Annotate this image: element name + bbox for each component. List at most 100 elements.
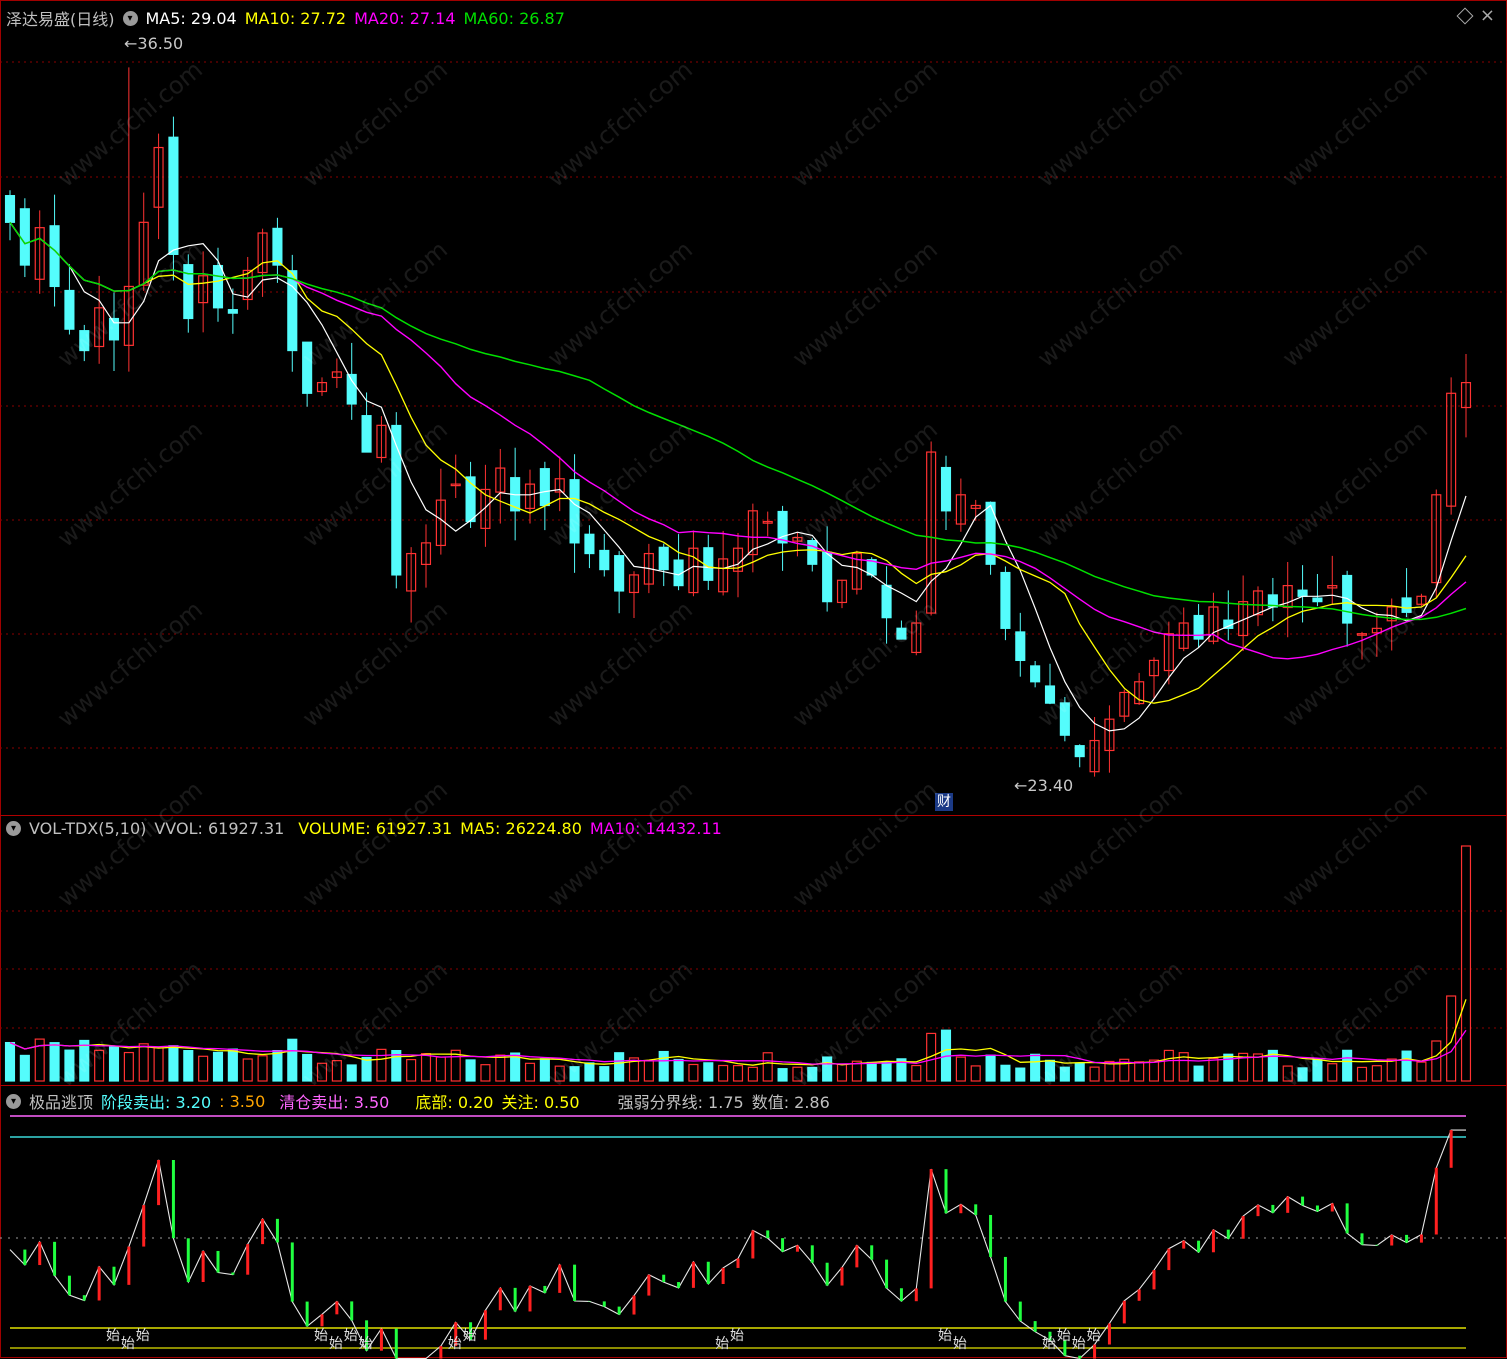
indicator-line <box>9 1129 1466 1359</box>
candle-body <box>658 546 669 571</box>
volume-bar <box>49 1042 60 1082</box>
candle-body <box>614 555 625 592</box>
chevron-down-icon[interactable]: ▾ <box>6 821 21 836</box>
volume-bar <box>747 1066 758 1082</box>
volume-bar <box>198 1055 209 1082</box>
chevron-down-icon[interactable]: ▾ <box>6 1093 21 1109</box>
volume-label: VOLUME: 61927.31 <box>298 819 453 838</box>
bottom-signal-label: 始 <box>106 1328 120 1344</box>
bottom-signal-label: 始 <box>359 1336 373 1352</box>
volume-bar <box>242 1058 253 1082</box>
volume-bar <box>1193 1065 1204 1082</box>
volume-bar <box>1059 1066 1070 1082</box>
candle-body <box>940 466 952 512</box>
bottom-signal-label: 始 <box>121 1336 135 1352</box>
volume-bar <box>718 1064 729 1082</box>
volume-bar <box>643 1060 654 1082</box>
stock-title[interactable]: 泽达易盛(日线) <box>6 6 115 30</box>
indicator-chart[interactable]: 始始始始始始始始始始始始始始始始始 <box>0 1086 1507 1359</box>
volume-bar <box>316 1062 328 1082</box>
vol-indicator-name[interactable]: VOL-TDX(5,10) <box>29 819 146 838</box>
candle-body <box>227 309 238 314</box>
volume-bar <box>480 1064 491 1082</box>
candle-body <box>569 479 580 544</box>
candlestick-chart[interactable] <box>0 0 1507 815</box>
volume-bar <box>1148 1059 1160 1082</box>
ma5-label: MA5: 29.04 <box>145 8 237 28</box>
volume-bar <box>762 1052 773 1082</box>
candle-body <box>584 533 595 555</box>
volume-bar <box>346 1064 357 1082</box>
volume-bar <box>777 1068 788 1082</box>
volume-bar <box>4 1041 16 1082</box>
volume-bar <box>1312 1058 1323 1082</box>
volume-bar <box>584 1062 595 1082</box>
candle-body <box>64 289 75 330</box>
candle-body <box>4 195 16 223</box>
bottom-signal-label: 始 <box>344 1328 358 1344</box>
volume-bar <box>1000 1064 1011 1082</box>
volume-bar <box>376 1048 387 1082</box>
volume-bar <box>361 1056 372 1082</box>
candle-body <box>807 539 818 565</box>
ma5-line <box>9 221 1467 732</box>
bottom-signal-label: 始 <box>329 1336 343 1352</box>
volume-bar <box>1401 1050 1412 1082</box>
volume-bar <box>614 1052 625 1082</box>
volume-bar <box>1431 1040 1442 1082</box>
bottom-signal-label: 始 <box>938 1328 952 1344</box>
close-icon[interactable]: × <box>1480 5 1495 26</box>
ma60-label: MA60: 26.87 <box>463 8 565 28</box>
candle-body <box>1015 631 1026 662</box>
ind-name[interactable]: 极品逃顶 <box>29 1089 93 1113</box>
volume-bar <box>732 1065 744 1082</box>
candle-body <box>1342 574 1353 624</box>
volume-bar <box>599 1066 610 1082</box>
volume-bar <box>1134 1061 1145 1082</box>
volume-bar <box>138 1043 149 1082</box>
volume-bar <box>1342 1049 1353 1082</box>
volume-bar <box>970 1065 981 1082</box>
bottom-signal-label: 始 <box>314 1328 328 1344</box>
vvol-label: VVOL: 61927.31 <box>154 819 285 838</box>
candle-body <box>49 225 60 288</box>
volume-bar <box>331 1060 342 1082</box>
volume-bar <box>688 1063 699 1082</box>
volume-bar <box>1327 1063 1338 1082</box>
volume-bar <box>1416 1061 1427 1082</box>
volume-bar <box>153 1047 164 1082</box>
candle-body <box>1401 597 1412 613</box>
divider-label: 强弱分界线: 1.75 <box>617 1093 744 1112</box>
volume-bar <box>539 1058 550 1082</box>
indicator-pane[interactable]: 始始始始始始始始始始始始始始始始始 ▾ 极品逃顶 阶段卖出: 3.20 : 3.… <box>0 1085 1507 1359</box>
volume-pane[interactable]: ▾ VOL-TDX(5,10) VVOL: 61927.31 VOLUME: 6… <box>0 815 1507 1086</box>
volume-bar <box>881 1061 892 1082</box>
bottom-label: 底部: 0.20 <box>415 1093 494 1112</box>
volume-bar <box>1074 1062 1085 1082</box>
high-price-label: ←36.50 <box>124 34 184 53</box>
bottom-signal-label: 始 <box>1072 1336 1086 1352</box>
volume-bar <box>257 1055 268 1082</box>
candle-body <box>287 270 298 352</box>
volume-bar <box>1356 1066 1368 1082</box>
chevron-down-icon[interactable]: ▾ <box>122 10 138 26</box>
candle-body <box>1297 589 1308 597</box>
ma10-label: MA10: 27.72 <box>244 8 347 28</box>
volume-bar <box>406 1058 417 1082</box>
volume-bar <box>287 1038 298 1082</box>
finance-badge[interactable]: 财 <box>935 793 953 811</box>
volume-bar <box>703 1062 714 1082</box>
volume-bar <box>1208 1057 1219 1082</box>
candle-body <box>212 265 224 309</box>
volume-bar <box>807 1066 818 1082</box>
candle-body <box>539 468 550 507</box>
volume-bar <box>19 1054 30 1082</box>
bottom-signal-label: 始 <box>463 1328 477 1344</box>
candle-body <box>881 584 892 619</box>
volume-bar <box>1297 1067 1308 1082</box>
volume-bar <box>79 1039 90 1082</box>
low-price-label: ←23.40 <box>1014 776 1074 795</box>
arrow-icon: ← <box>124 34 138 53</box>
volume-chart[interactable] <box>0 816 1507 1086</box>
price-pane[interactable]: 泽达易盛(日线) ▾ MA5: 29.04 MA10: 27.72 MA20: … <box>0 0 1507 815</box>
